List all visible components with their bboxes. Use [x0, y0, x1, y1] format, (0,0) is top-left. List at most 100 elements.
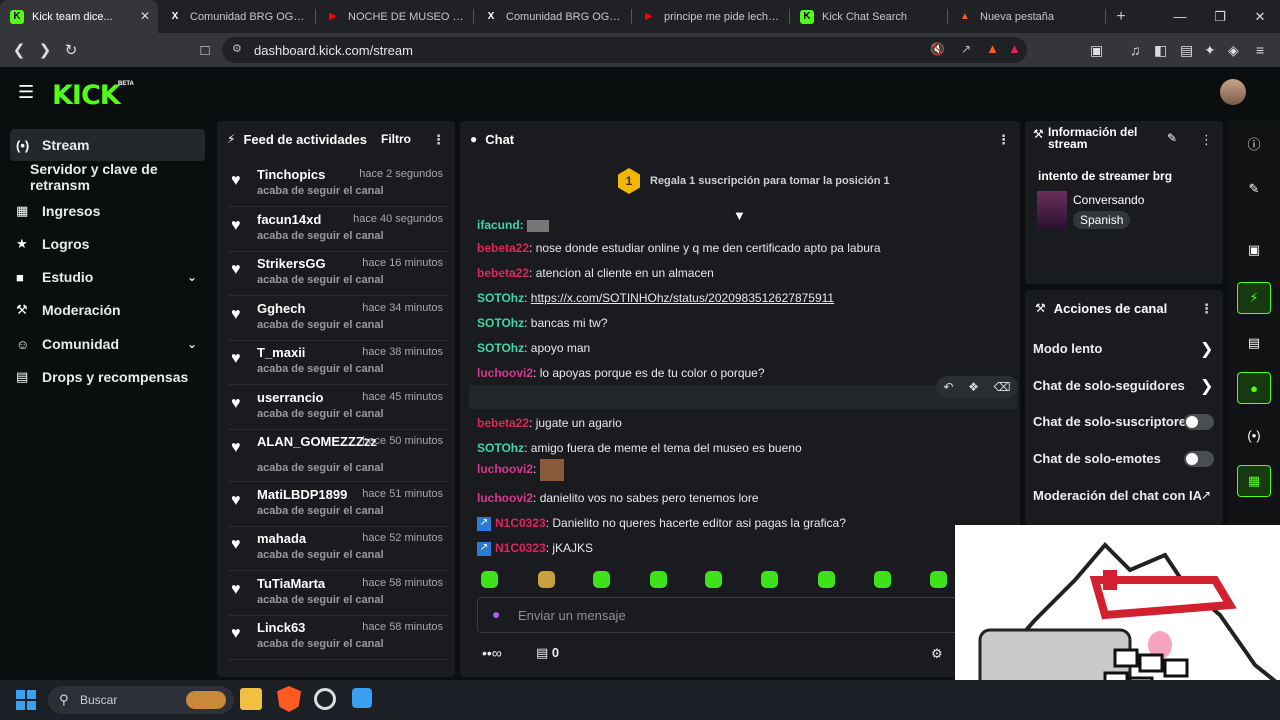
chat-message[interactable]: luchoovi2: lo apoyas porque es de tu col…	[477, 366, 765, 380]
chat-message[interactable]: luchoovi2:	[477, 459, 564, 481]
screenshot-icon[interactable]: ▣	[1237, 234, 1271, 266]
feed-username[interactable]: mahada	[257, 531, 306, 546]
user-avatar[interactable]	[1220, 79, 1246, 105]
chat-username[interactable]: bebeta22	[477, 416, 529, 430]
chat-username[interactable]: luchoovi2	[477, 491, 533, 505]
reply-icon[interactable]: ↶	[943, 380, 953, 394]
feed-username[interactable]: TuTiaMarta	[257, 576, 325, 591]
sidebar-item-stream[interactable]: (•) Stream	[10, 129, 205, 161]
edit-stream-icon[interactable]: ✎	[1237, 173, 1271, 205]
chat-username[interactable]: bebeta22	[477, 241, 529, 255]
media-icon[interactable]: ♫	[1130, 42, 1141, 58]
chat-message[interactable]: luchoovi2: danielito vos no sabes pero t…	[477, 491, 759, 505]
browser-tab[interactable]: X Comunidad BRG OG / X	[158, 0, 316, 33]
chat-filter-icon[interactable]: ▼	[733, 208, 746, 223]
emote-icon[interactable]	[538, 571, 555, 588]
maximize-icon[interactable]: ❐	[1200, 0, 1240, 33]
split-view-icon[interactable]: ◧	[1154, 42, 1167, 59]
chat-options-icon[interactable]: ⋮	[997, 132, 1010, 148]
sidebar-item-ingresos[interactable]: ▦ Ingresos	[10, 195, 205, 227]
gift-sub-banner[interactable]: Regala 1 suscripción para tomar la posic…	[650, 175, 890, 187]
live-signal-icon[interactable]: (•)	[1237, 419, 1271, 451]
browser-tab[interactable]: ▶ NOCHE DE MUSEO - Y	[316, 0, 474, 33]
share-icon[interactable]: ↗	[961, 42, 971, 56]
feed-item[interactable]: ♥ Linck63 hace 58 minutos acaba de segui…	[229, 616, 447, 660]
new-tab-button[interactable]: +	[1106, 8, 1136, 26]
channel-actions-options-icon[interactable]: ⋮	[1200, 301, 1213, 317]
bookmark-icon[interactable]: □	[192, 42, 218, 59]
filter-button[interactable]: Filtro	[381, 132, 411, 146]
chat-username[interactable]: SOTOhz	[477, 441, 524, 455]
feed-username[interactable]: facun14xd	[257, 212, 321, 227]
brave-browser-icon[interactable]	[277, 686, 301, 712]
minimize-icon[interactable]: —	[1160, 0, 1200, 33]
emote-icon[interactable]	[481, 571, 498, 588]
chevron-right-icon[interactable]: ❯	[1200, 376, 1213, 396]
emote-icon[interactable]	[650, 571, 667, 588]
chat-message[interactable]: SOTOhz: bancas mi tw?	[477, 316, 608, 330]
channel-action-label[interactable]: Chat de solo-suscriptores	[1033, 414, 1193, 429]
windows-start-icon[interactable]	[16, 690, 36, 710]
emote-icon[interactable]	[705, 571, 722, 588]
sidebar-item-comunidad[interactable]: ☺ Comunidad ⌄	[10, 328, 205, 360]
taskbar-search[interactable]: ⚲ Buscar	[48, 686, 234, 714]
feed-item[interactable]: ♥ mahada hace 52 minutos acaba de seguir…	[229, 527, 447, 571]
chat-username[interactable]: N1C0323	[495, 541, 546, 555]
sidebar-item-server-key[interactable]: Servidor y clave de retransm	[10, 161, 205, 193]
file-explorer-icon[interactable]	[240, 688, 262, 710]
feed-username[interactable]: StrikersGG	[257, 256, 326, 271]
chat-username[interactable]: luchoovi2	[477, 462, 533, 476]
chat-message[interactable]: SOTOhz: amigo fuera de meme el tema del …	[477, 441, 802, 455]
chat-message[interactable]: SOTOhz: https://x.com/SOTINHOhz/status/2…	[477, 291, 834, 305]
obs-icon[interactable]	[314, 688, 336, 710]
emote-icon[interactable]	[593, 571, 610, 588]
app-icon[interactable]	[352, 688, 372, 708]
sidebar-toggle-icon[interactable]: ▣	[1090, 42, 1103, 59]
emote-icon[interactable]	[818, 571, 835, 588]
delete-icon[interactable]: ⌫	[994, 380, 1011, 394]
chat-message[interactable]: ↗ N1C0323: jKAJKS	[477, 541, 593, 556]
channel-action-label[interactable]: Chat de solo-seguidores	[1033, 378, 1185, 393]
chat-input[interactable]: ● Enviar un mensaje	[477, 597, 967, 633]
chevron-right-icon[interactable]: ❯	[1200, 339, 1213, 359]
toggle-switch[interactable]	[1184, 414, 1214, 430]
channel-action-label[interactable]: Modo lento	[1033, 341, 1102, 356]
microphone-icon[interactable]: ●	[492, 606, 500, 622]
emote-icon[interactable]	[761, 571, 778, 588]
sidebar-item-moderacion[interactable]: ⚒ Moderación	[10, 294, 205, 326]
brave-shields-icon[interactable]: ▲	[986, 41, 999, 56]
actions-panel-icon[interactable]: ⚡	[1237, 282, 1271, 314]
sidebar-item-logros[interactable]: ★ Logros	[10, 228, 205, 260]
brave-rewards-icon[interactable]: ▲	[1008, 41, 1021, 56]
chat-username[interactable]: SOTOhz	[477, 341, 524, 355]
browser-tab[interactable]: K Kick Chat Search	[790, 0, 948, 33]
kick-logo[interactable]: KICK	[52, 80, 121, 111]
feed-item[interactable]: ♥ Tinchopics hace 2 segundos acaba de se…	[229, 163, 447, 207]
feed-username[interactable]: MatiLBDP1899	[257, 487, 347, 502]
chat-panel-icon[interactable]: ●	[1237, 372, 1271, 404]
menu-icon[interactable]: ≡	[1256, 42, 1264, 58]
emote-icon[interactable]	[874, 571, 891, 588]
sidebar-item-estudio[interactable]: ■ Estudio ⌄	[10, 261, 205, 293]
forward-icon[interactable]: ❯	[32, 41, 58, 59]
feed-item[interactable]: ♥ userrancio hace 45 minutos acaba de se…	[229, 386, 447, 430]
feed-username[interactable]: Linck63	[257, 620, 305, 635]
back-icon[interactable]: ❮	[6, 41, 32, 59]
chat-settings-icon[interactable]: ⚙	[931, 646, 943, 662]
feed-username[interactable]: userrancio	[257, 390, 323, 405]
mute-site-icon[interactable]: 🔇	[930, 42, 945, 56]
hamburger-menu-icon[interactable]: ☰	[18, 82, 34, 103]
chat-username[interactable]: SOTOhz	[477, 316, 524, 330]
feed-item[interactable]: ♥ ALAN_GOMEZZZzz hace 50 minutos acaba d…	[229, 430, 447, 482]
chat-username[interactable]: N1C0323	[495, 516, 546, 530]
channel-action-label[interactable]: Chat de solo-emotes	[1033, 451, 1161, 466]
emote-icon[interactable]	[930, 571, 947, 588]
chat-username[interactable]: luchoovi2	[477, 366, 533, 380]
info-icon[interactable]: ⓘ	[1237, 127, 1271, 159]
browser-tab[interactable]: K Kick team dice... ✕	[0, 0, 158, 33]
channel-points-icon[interactable]: ••∞	[482, 645, 502, 661]
browser-tab[interactable]: ▲ Nueva pestaña	[948, 0, 1106, 33]
chat-message[interactable]: bebeta22: atencion al cliente en un alma…	[477, 266, 714, 280]
close-window-icon[interactable]: ✕	[1240, 0, 1280, 33]
chat-username[interactable]: bebeta22	[477, 266, 529, 280]
